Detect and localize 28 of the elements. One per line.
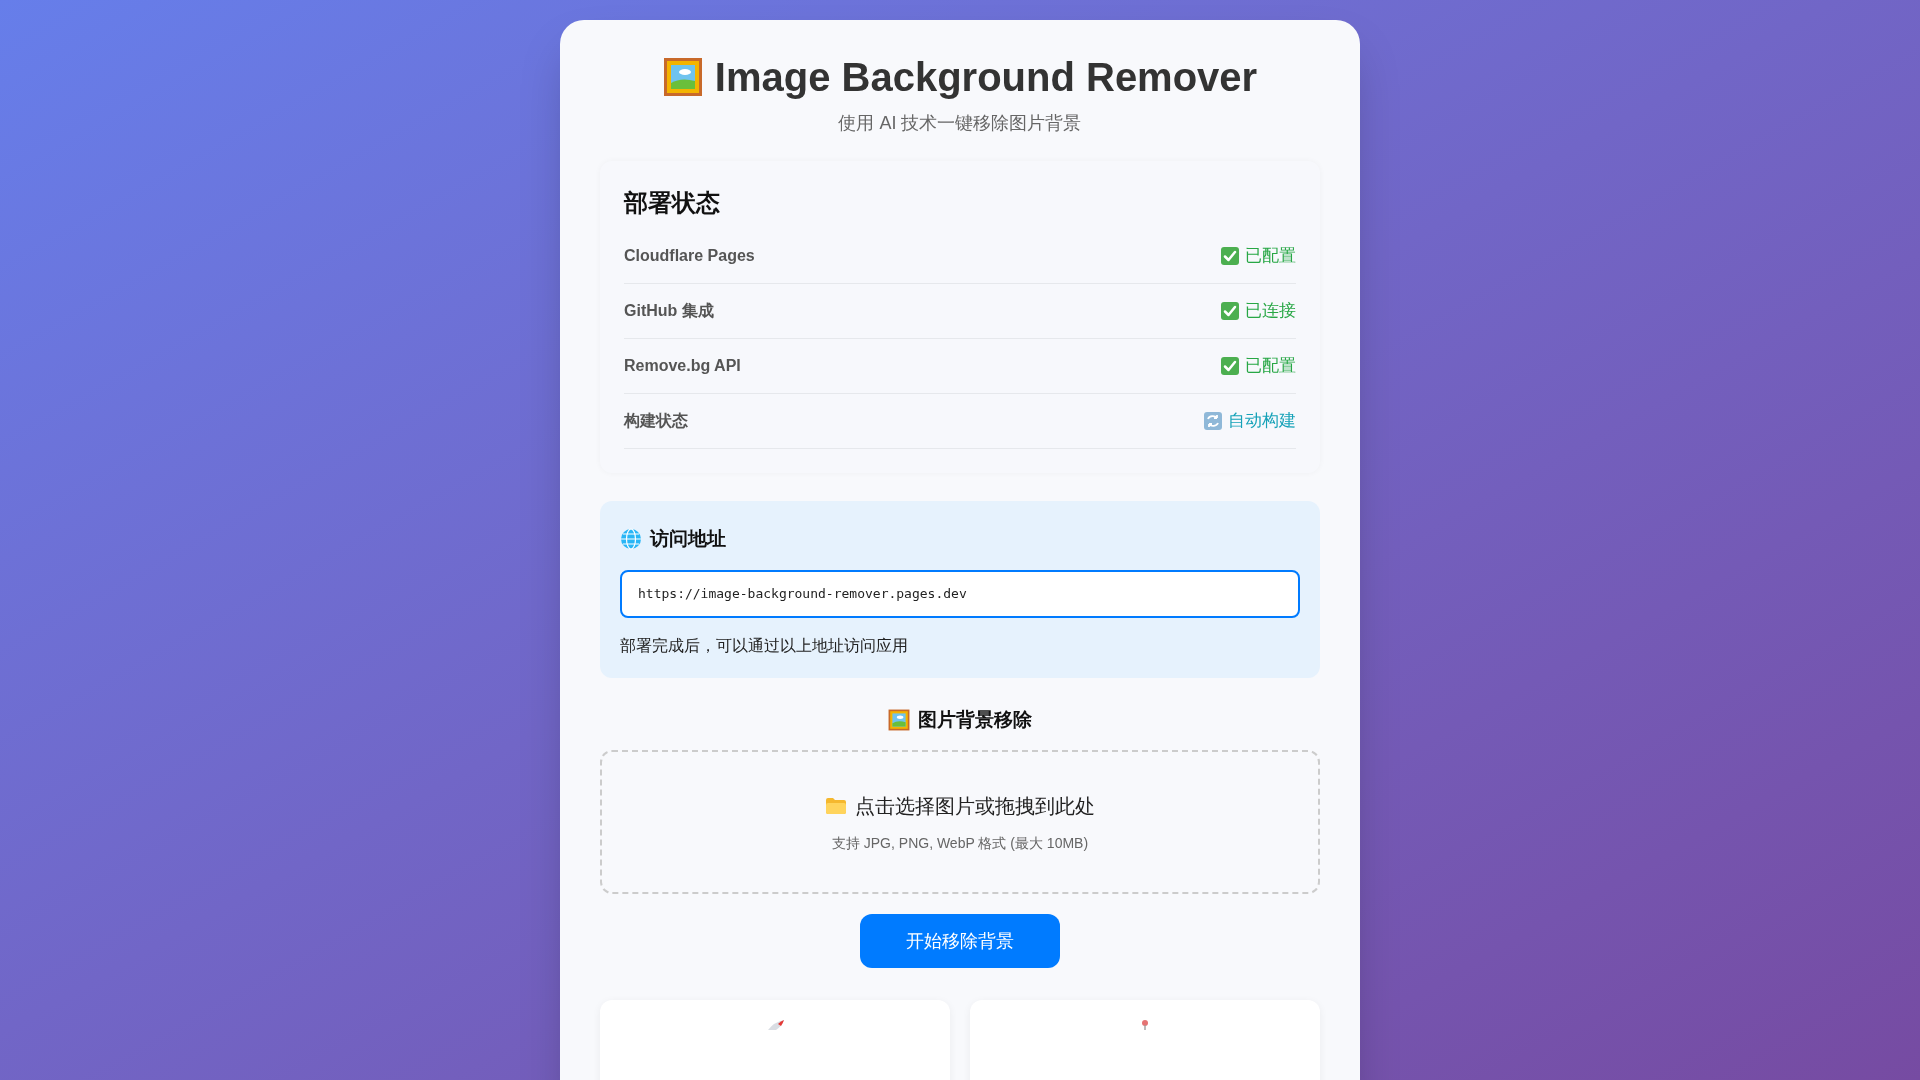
remove-background-button[interactable]: 开始移除背景 [860, 914, 1060, 968]
section-heading: 图片背景移除 [918, 707, 1032, 732]
drop-zone[interactable]: 点击选择图片或拖拽到此处 支持 JPG, PNG, WebP 格式 (最大 10MB) [600, 750, 1320, 894]
picture-frame-icon [662, 57, 703, 97]
section-heading: 访问地址 [650, 527, 726, 551]
url-field[interactable]: https://image-background-remover.pages.dev [620, 569, 1300, 618]
page-title: Image Background Remover [714, 54, 1258, 101]
page-subtitle: 使用 AI 技术一键移除图片背景 [837, 112, 1083, 135]
status-label: 构建状态 [624, 411, 688, 431]
drop-zone-hint: 支持 JPG, PNG, WebP 格式 (最大 10MB) [831, 833, 1089, 853]
status-value: 已连接 [1245, 300, 1296, 323]
status-value: 已配置 [1245, 245, 1296, 268]
status-label: GitHub 集成 [624, 301, 714, 321]
status-value: 已配置 [1245, 355, 1296, 378]
check-icon [1221, 247, 1239, 265]
status-value: 自动构建 [1228, 410, 1296, 433]
drop-zone-text: 点击选择图片或拖拽到此处 [855, 793, 1095, 819]
status-label: Remove.bg API [624, 356, 741, 376]
check-icon [1221, 302, 1239, 320]
check-icon [1221, 357, 1239, 375]
status-label: Cloudflare Pages [624, 246, 755, 266]
globe-icon [620, 528, 642, 551]
pin-icon [1141, 1020, 1149, 1030]
refresh-icon [1204, 412, 1222, 430]
access-note: 部署完成后，可以通过以上地址访问应用 [620, 635, 909, 656]
folder-icon [825, 796, 847, 815]
section-heading: 部署状态 [624, 188, 721, 218]
picture-frame-icon [888, 708, 910, 731]
